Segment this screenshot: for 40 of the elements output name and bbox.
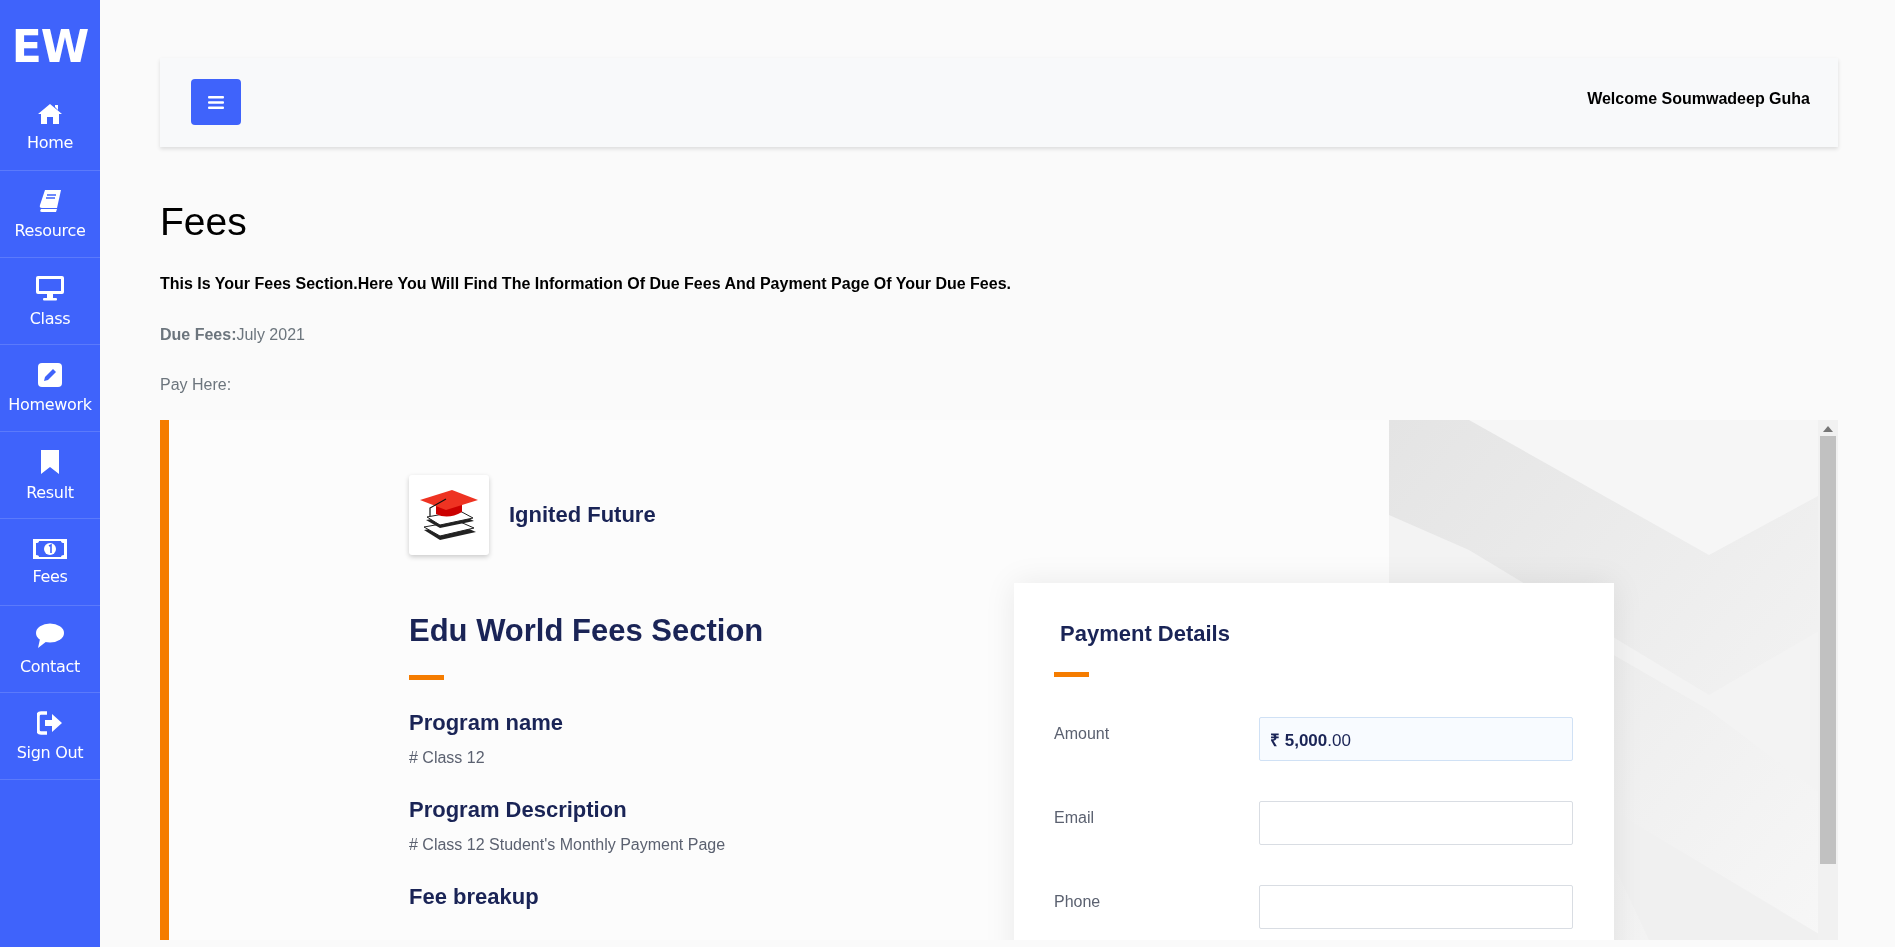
nav-item[interactable]: Sign Out (0, 693, 100, 780)
pencil-icon (38, 362, 62, 387)
intro-text: This Is Your Fees Section.Here You Will Find The Information Of Due Fees And Payment Page Of Your Due Fees. (160, 275, 1012, 293)
input-field[interactable] (1259, 885, 1573, 929)
nav-item[interactable]: Class (0, 258, 100, 345)
input-field[interactable]: ₹ 5,000.00 (1259, 717, 1573, 761)
section-title: Program Description (409, 797, 628, 823)
field-label: Amount (1054, 725, 1110, 744)
monitor-icon (35, 274, 65, 301)
input-field[interactable] (1259, 801, 1573, 845)
field-label: Phone (1054, 893, 1101, 912)
scrollbar[interactable] (1818, 420, 1838, 940)
welcome-text: Welcome Soumwadeep Guha (1587, 90, 1810, 108)
money-icon (33, 538, 67, 559)
brand-name: Ignited Future (509, 502, 656, 528)
section-text: # Class 12 (409, 749, 486, 767)
logo: EW (11, 22, 89, 72)
bookmark-icon (40, 448, 60, 475)
book-icon (38, 188, 62, 213)
nav-item[interactable]: Contact (0, 606, 100, 693)
nav-item[interactable]: Home (0, 84, 100, 171)
section-title: Fee breakup (409, 884, 540, 910)
scroll-up-icon (1823, 426, 1833, 432)
chat-bubble-icon (35, 622, 65, 649)
page-title: Fees (160, 199, 248, 245)
menu-button[interactable] (191, 79, 241, 125)
card-title: Payment Details (1060, 621, 1231, 647)
sign-out-icon (37, 710, 63, 735)
pay-here-label: Pay Here: (160, 376, 233, 394)
due-fees-text: Due Fees:July 2021 (160, 326, 306, 344)
section-heading: Edu World Fees Section (409, 613, 765, 649)
section-text: # Class 12 Student's Monthly Payment Page (409, 836, 727, 854)
field-label: Email (1054, 809, 1094, 828)
nav-item[interactable]: Resource (0, 171, 100, 258)
nav-item[interactable]: Fees (0, 519, 100, 606)
section-title: Program name (409, 710, 565, 736)
nav-item[interactable]: Result (0, 432, 100, 519)
home-icon (37, 102, 63, 125)
menu-icon (208, 95, 224, 109)
nav-item[interactable]: Homework (0, 345, 100, 432)
